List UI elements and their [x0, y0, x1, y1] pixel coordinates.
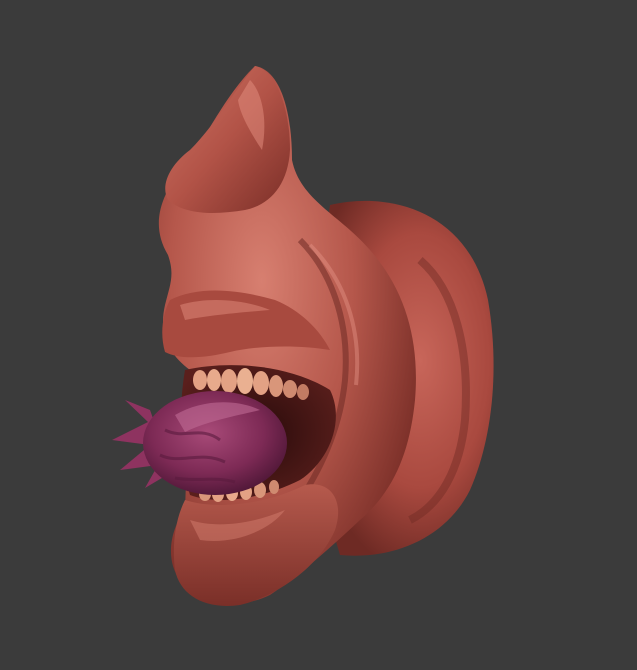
viewport: [0, 0, 637, 670]
nose: [165, 66, 290, 213]
fruit-object: [112, 391, 287, 495]
sculpt-render: [112, 66, 494, 606]
